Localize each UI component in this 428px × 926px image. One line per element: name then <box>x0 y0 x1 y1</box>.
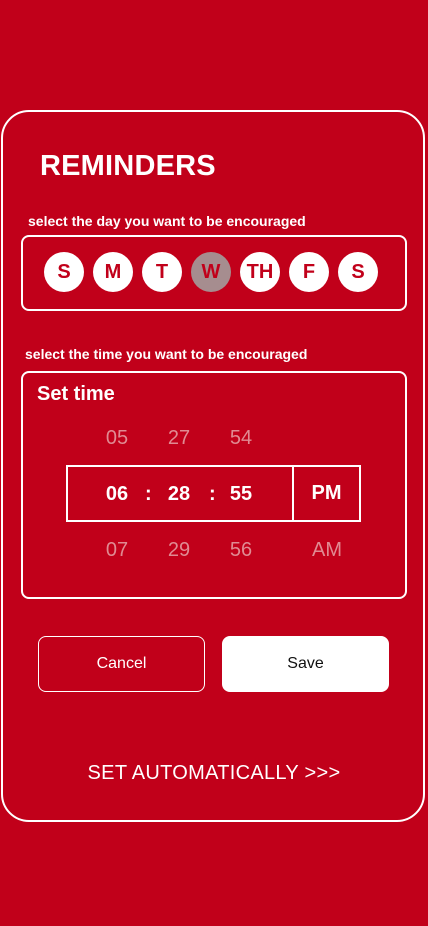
day-monday[interactable]: M <box>93 252 133 292</box>
second-option-above[interactable]: 54 <box>221 426 261 450</box>
cancel-button[interactable]: Cancel <box>38 636 205 692</box>
hour-selected[interactable]: 06 <box>97 482 137 506</box>
page-title: REMINDERS <box>40 150 216 182</box>
hour-option-above[interactable]: 05 <box>97 426 137 450</box>
second-selected[interactable]: 55 <box>221 482 261 506</box>
day-thursday[interactable]: TH <box>240 252 280 292</box>
hour-option-below[interactable]: 07 <box>97 538 137 562</box>
time-separator: : <box>145 483 152 505</box>
time-prompt-label: select the time you want to be encourage… <box>25 346 308 362</box>
period-option-below[interactable]: AM <box>302 538 352 562</box>
day-tuesday[interactable]: T <box>142 252 182 292</box>
day-prompt-label: select the day you want to be encouraged <box>28 213 306 229</box>
day-sunday[interactable]: S <box>44 252 84 292</box>
day-picker: S M T W TH F S <box>44 252 378 292</box>
time-separator: : <box>209 483 216 505</box>
minute-option-above[interactable]: 27 <box>159 426 199 450</box>
set-automatically-link[interactable]: SET AUTOMATICALLY >>> <box>0 762 428 785</box>
day-saturday[interactable]: S <box>338 252 378 292</box>
set-time-title: Set time <box>37 383 115 405</box>
period-selected[interactable]: PM <box>292 465 361 522</box>
save-button[interactable]: Save <box>222 636 389 692</box>
second-option-below[interactable]: 56 <box>221 538 261 562</box>
day-friday[interactable]: F <box>289 252 329 292</box>
day-wednesday[interactable]: W <box>191 252 231 292</box>
minute-option-below[interactable]: 29 <box>159 538 199 562</box>
minute-selected[interactable]: 28 <box>159 482 199 506</box>
